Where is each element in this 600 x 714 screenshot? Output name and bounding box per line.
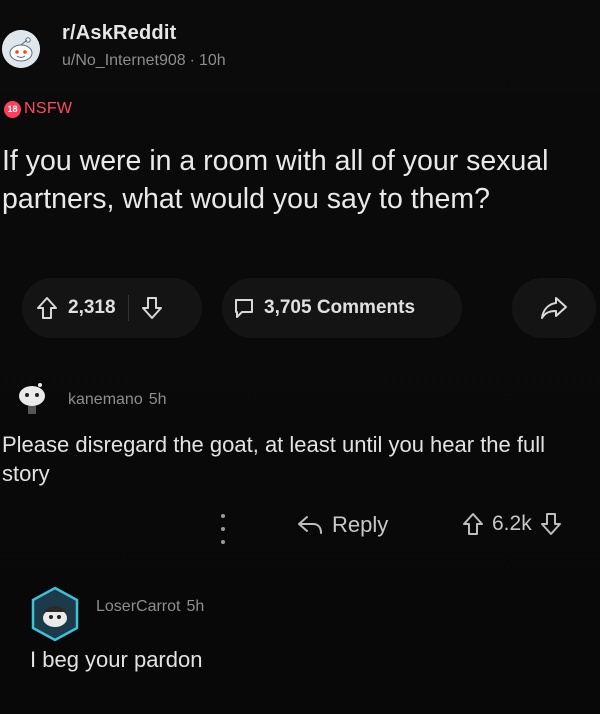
upvote-arrow-icon[interactable]: [462, 512, 484, 536]
comment-vote-group: 6.2k: [462, 512, 562, 536]
nsfw-tag: 18 NSFW: [4, 100, 72, 118]
comment-author-line: kanemano 5h: [68, 391, 167, 409]
post-action-bar: 2,318 3,705 Comments: [0, 278, 600, 338]
share-button[interactable]: [512, 278, 596, 338]
subreddit-avatar[interactable]: [2, 30, 40, 68]
nsfw-label: NSFW: [24, 100, 73, 117]
vote-divider: [127, 295, 129, 321]
comment-actions: Reply 6.2k: [0, 502, 600, 552]
separator-dot: ·: [189, 52, 195, 69]
reply-button[interactable]: Reply: [296, 512, 388, 538]
comment-username[interactable]: kanemano: [68, 391, 143, 408]
reddit-screen: r/AskReddit u/No_Internet908 · 10h 18 NSFW…: [0, 0, 600, 714]
post-author-line: u/No_Internet908 · 10h: [62, 52, 226, 70]
snoo-avatar-icon: [2, 30, 40, 68]
comment-author-line: LoserCarrot 5h: [96, 598, 204, 616]
upvote-count: 2,318: [68, 297, 116, 318]
comment-score: 6.2k: [492, 512, 532, 535]
post-header: r/AskReddit u/No_Internet908 · 10h: [0, 22, 600, 80]
comments-count: 3,705 Comments: [264, 297, 416, 318]
vote-pill: 2,318: [22, 278, 202, 338]
downvote-arrow-icon[interactable]: [540, 512, 562, 536]
reply-label: Reply: [332, 512, 389, 537]
user-avatar-icon[interactable]: [14, 380, 50, 416]
upvote-arrow-icon[interactable]: [36, 296, 58, 320]
subreddit-name[interactable]: r/AskReddit: [62, 22, 176, 45]
nsfw-icon: 18: [4, 100, 21, 118]
comment-age: 5h: [148, 391, 167, 408]
comment-body: Please disregard the goat, at least unti…: [2, 432, 546, 486]
more-vertical-icon[interactable]: [218, 514, 228, 544]
user-avatar-icon[interactable]: [30, 586, 80, 642]
comment-age: 5h: [186, 598, 205, 615]
post-age: 10h: [198, 52, 226, 69]
reply-arrow-icon: [298, 516, 322, 534]
comment-username[interactable]: LoserCarrot: [96, 598, 180, 615]
post-author[interactable]: u/No_Internet908: [62, 52, 186, 69]
downvote-arrow-icon[interactable]: [141, 296, 163, 320]
comments-button[interactable]: 3,705 Comments: [222, 278, 462, 338]
comment-body: I beg your pardon: [30, 647, 203, 672]
comment-bubble-icon: [235, 299, 253, 318]
share-arrow-icon: [541, 297, 567, 319]
post-title[interactable]: If you were in a room with all of your s…: [2, 142, 592, 218]
